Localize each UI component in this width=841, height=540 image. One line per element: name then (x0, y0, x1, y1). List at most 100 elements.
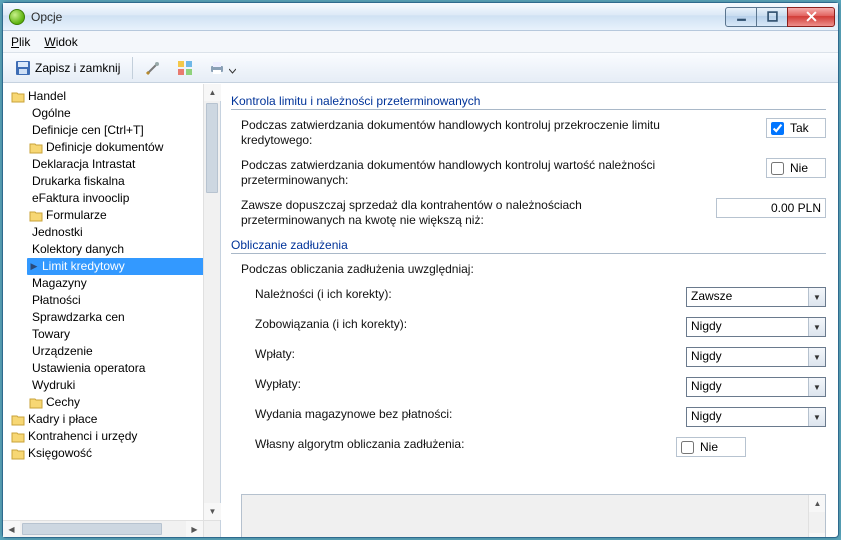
tree-node-kadry[interactable]: Kadry i płace (9, 411, 220, 428)
chevron-down-icon[interactable]: ▼ (808, 318, 825, 336)
minimize-button[interactable] (725, 7, 757, 27)
combo-zobowiazania[interactable]: Nigdy ▼ (686, 317, 826, 337)
chevron-down-icon[interactable]: ▼ (808, 288, 825, 306)
nav-tree[interactable]: Handel Ogólne Definicje cen [Ctrl+T] Def… (7, 88, 220, 519)
tree-node-ustawienia-operatora[interactable]: Ustawienia operatora (27, 360, 220, 377)
scroll-up-icon[interactable]: ▲ (204, 84, 221, 101)
folder-icon (29, 396, 43, 410)
folder-icon (11, 413, 25, 427)
scroll-left-icon[interactable]: ◀ (3, 521, 20, 537)
save-and-close-label: Zapisz i zamknij (35, 61, 120, 75)
tree-node-drukarka[interactable]: Drukarka fiskalna (27, 173, 220, 190)
checkbox-kontroluj-naleznosci[interactable]: Nie (766, 158, 826, 178)
tree-node-towary[interactable]: Towary (27, 326, 220, 343)
checkbox-input[interactable] (771, 162, 784, 175)
combo-value: Nigdy (687, 378, 808, 396)
scroll-up-icon[interactable]: ▲ (809, 495, 826, 512)
components-icon (177, 60, 193, 76)
combo-wyplaty[interactable]: Nigdy ▼ (686, 377, 826, 397)
scroll-down-icon[interactable]: ▼ (809, 533, 826, 537)
combo-naleznosci[interactable]: Zawsze ▼ (686, 287, 826, 307)
menu-bar: Plik Widok (3, 31, 838, 53)
tree-node-deklaracja[interactable]: Deklaracja Intrastat (27, 156, 220, 173)
title-bar: Opcje (3, 3, 838, 31)
print-icon (209, 60, 225, 76)
tree-node-kolektory[interactable]: Kolektory danych (27, 241, 220, 258)
combo-value: Zawsze (687, 288, 808, 306)
tree-horizontal-scrollbar[interactable]: ◀ ▶ (3, 520, 203, 537)
combo-value: Nigdy (687, 408, 808, 426)
tree-node-kontrahenci[interactable]: Kontrahenci i urzędy (9, 428, 220, 445)
save-and-close-button[interactable]: Zapisz i zamknij (9, 57, 126, 79)
window-controls (726, 7, 835, 27)
tree-node-formularze[interactable]: Formularze (27, 207, 220, 224)
checkbox-label: Tak (790, 121, 809, 135)
combo-value: Nigdy (687, 348, 808, 366)
scroll-thumb[interactable] (206, 103, 218, 193)
tree-node-ksiegowosc[interactable]: Księgowość (9, 445, 220, 462)
tree-node-sprawdzarka[interactable]: Sprawdzarka cen (27, 309, 220, 326)
tree-node-definicje-cen[interactable]: Definicje cen [Ctrl+T] (27, 122, 220, 139)
save-icon (15, 60, 31, 76)
label-wplaty: Wpłaty: (255, 347, 662, 362)
combo-wydania-magazynowe[interactable]: Nigdy ▼ (686, 407, 826, 427)
folder-icon (29, 209, 43, 223)
tree-node-handel[interactable]: Handel (9, 88, 220, 105)
scroll-right-icon[interactable]: ▶ (186, 521, 203, 537)
checkbox-kontroluj-limit[interactable]: Tak (766, 118, 826, 138)
tree-node-efaktura[interactable]: eFaktura invooclip (27, 190, 220, 207)
arrow-right-icon: ▶ (29, 260, 39, 274)
algorithm-textarea[interactable]: ▲ ▼ ◀ ▶ (241, 494, 826, 537)
app-window: Opcje Plik Widok Zapisz i zamknij (2, 2, 839, 538)
maximize-button[interactable] (756, 7, 788, 27)
label-dopuszczaj-sprzedaz: Zawsze dopuszczaj sprzedaż dla kontrahen… (241, 198, 662, 228)
toolbar: Zapisz i zamknij (3, 53, 838, 83)
chevron-down-icon[interactable]: ▼ (808, 408, 825, 426)
tree-pane: Handel Ogólne Definicje cen [Ctrl+T] Def… (3, 84, 221, 537)
scroll-thumb[interactable] (22, 523, 162, 535)
app-icon (9, 9, 25, 25)
tree-node-ogolne[interactable]: Ogólne (27, 105, 220, 122)
folder-icon (11, 90, 25, 104)
chevron-down-icon[interactable]: ▼ (808, 348, 825, 366)
tools-icon (145, 60, 161, 76)
input-kwota-limit[interactable] (716, 198, 826, 218)
toolbar-separator (132, 57, 133, 79)
body-split: Handel Ogólne Definicje cen [Ctrl+T] Def… (3, 83, 838, 537)
print-button[interactable] (203, 57, 242, 79)
components-button[interactable] (171, 57, 199, 79)
combo-value: Nigdy (687, 318, 808, 336)
tree-node-magazyny[interactable]: Magazyny (27, 275, 220, 292)
tree-vertical-scrollbar[interactable]: ▲ ▼ (203, 84, 220, 520)
label-kontroluj-limit: Podczas zatwierdzania dokumentów handlow… (241, 118, 662, 148)
chevron-down-icon[interactable]: ▼ (808, 378, 825, 396)
scroll-down-icon[interactable]: ▼ (204, 503, 221, 520)
label-wlasny-algorytm: Własny algorytm obliczania zadłużenia: (255, 437, 662, 452)
label-wyplaty: Wypłaty: (255, 377, 662, 392)
close-button[interactable] (787, 7, 835, 27)
textarea-vertical-scrollbar[interactable]: ▲ ▼ (808, 495, 825, 537)
dropdown-icon (229, 64, 236, 71)
checkbox-label: Nie (790, 161, 808, 175)
scroll-corner (203, 520, 220, 537)
tools-button[interactable] (139, 57, 167, 79)
folder-icon (29, 141, 43, 155)
tree-node-definicje-dok[interactable]: Definicje dokumentów (27, 139, 220, 156)
menu-widok[interactable]: Widok (44, 35, 77, 49)
tree-node-wydruki[interactable]: Wydruki (27, 377, 220, 394)
tree-node-jednostki[interactable]: Jednostki (27, 224, 220, 241)
tree-node-platnosci[interactable]: Płatności (27, 292, 220, 309)
menu-plik[interactable]: Plik (11, 35, 30, 49)
label-kontroluj-naleznosci: Podczas zatwierdzania dokumentów handlow… (241, 158, 662, 188)
tree-node-limit-kredytowy[interactable]: ▶Limit kredytowy (27, 258, 220, 275)
tree-node-urzadzenie[interactable]: Urządzenie (27, 343, 220, 360)
group-kontrola-limitu: Kontrola limitu i należności przetermino… (231, 94, 826, 110)
checkbox-input[interactable] (771, 122, 784, 135)
checkbox-input[interactable] (681, 441, 694, 454)
tree-node-cechy[interactable]: Cechy (27, 394, 220, 411)
content-pane: Kontrola limitu i należności przetermino… (221, 84, 838, 537)
checkbox-wlasny-algorytm[interactable]: Nie (676, 437, 746, 457)
combo-wplaty[interactable]: Nigdy ▼ (686, 347, 826, 367)
window-title: Opcje (31, 10, 726, 24)
group-obliczanie-zadluzenia: Obliczanie zadłużenia (231, 238, 826, 254)
